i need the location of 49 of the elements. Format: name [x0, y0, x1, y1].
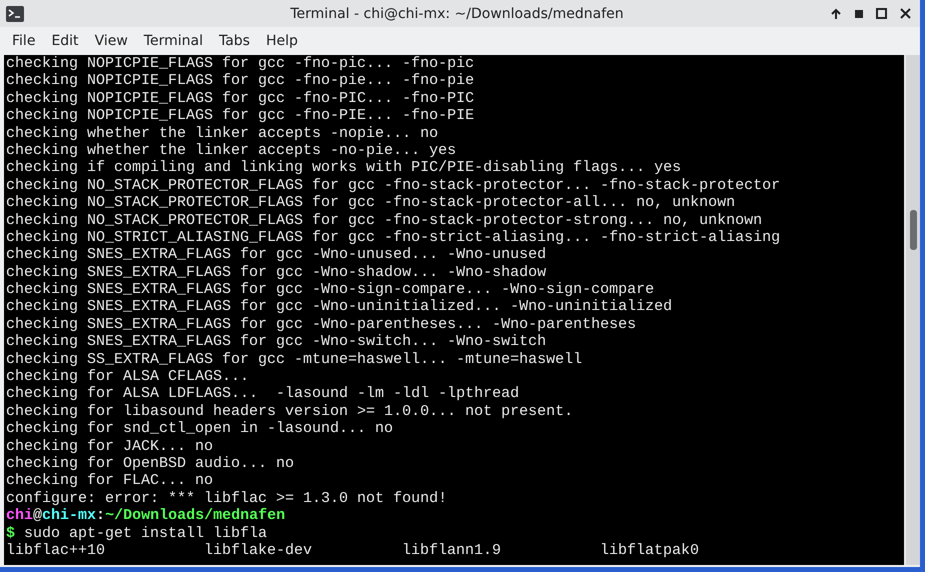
completion-item: libflac++10 [6, 542, 106, 560]
minimize-icon[interactable] [855, 10, 863, 18]
close-icon[interactable] [900, 8, 911, 19]
prompt-text: : [96, 507, 106, 524]
prompt-text: chi [6, 507, 34, 524]
output-line: checking if compiling and linking works with PIC/PIE-disabling flags... yes [6, 159, 682, 176]
menu-item[interactable]: View [86, 29, 136, 53]
output-line: configure: error: *** libflac >= 1.3.0 not found! [6, 490, 448, 507]
prompt-text: ~/Downloads/mednafen [105, 507, 286, 524]
output-line: checking NO_STACK_PROTECTOR_FLAGS for gcc -fno-stack-protector... -fno-stack-protector [6, 176, 780, 194]
output-line: checking NOPICPIE_FLAGS for gcc -fno-PIE... -fno-PIE [6, 107, 474, 124]
command-text: sudo apt-get install libfla [24, 524, 268, 542]
output-line: checking SNES_EXTRA_FLAGS for gcc -Wno-unused... -Wno-unused [6, 246, 546, 264]
output-line: checking SNES_EXTRA_FLAGS for gcc -Wno-shadow... -Wno-shadow [6, 264, 546, 281]
menu-item[interactable]: Edit [43, 29, 87, 53]
output-line: checking whether the linker accepts -nopie... no [6, 124, 438, 142]
output-line: checking for snd_ctl_open in -lasound... no [6, 420, 394, 438]
menu-item[interactable]: Terminal [136, 29, 211, 53]
output-line: checking NOPICPIE_FLAGS for gcc -fno-PIC... -fno-PIC [6, 90, 474, 107]
output-line: checking whether the linker accepts -no-pie... yes [6, 142, 456, 159]
output-line: checking for JACK... no [6, 438, 214, 455]
output-line: checking for ALSA LDFLAGS... -lasound -lm -ldl -lpthread [6, 385, 520, 402]
completion-item: libflann1.9 [402, 542, 502, 560]
output-line: checking for libasound headers version >= 1.0.0... not present. [6, 402, 574, 420]
output-line: checking NO_STACK_PROTECTOR_FLAGS for gcc -fno-stack-protector-all... no, unknown [6, 194, 736, 212]
output-line: checking SS_EXTRA_FLAGS for gcc -mtune=haswell... -mtune=haswell [6, 350, 582, 368]
menu-item[interactable]: Tabs [210, 29, 258, 53]
prompt-text: chi-mx [42, 507, 96, 524]
prompt-symbol: $ [6, 524, 16, 542]
output-line: checking NO_STACK_PROTECTOR_FLAGS for gcc -fno-stack-protector-strong... no, unknown [6, 212, 762, 229]
terminal-icon [6, 6, 24, 22]
output-line: checking SNES_EXTRA_FLAGS for gcc -Wno-uninitialized... -Wno-uninitialized [6, 298, 672, 316]
maximize-icon[interactable] [876, 8, 887, 19]
output-line: checking NO_STRICT_ALIASING_FLAGS for gcc -fno-strict-aliasing... -fno-strict-aliasing [6, 228, 780, 246]
window-title: Terminal - chi@chi-mx: ~/Downloads/mednafen [289, 6, 625, 22]
output-line: checking for FLAC... no [6, 472, 214, 490]
prompt-text: @ [33, 507, 42, 524]
menu-item[interactable]: Help [258, 29, 306, 53]
output-line: checking for OpenBSD audio... no [6, 454, 294, 472]
completion-item: libflake-dev [204, 542, 314, 560]
output-line: checking for ALSA CFLAGS... [6, 368, 250, 386]
output-line: checking NOPICPIE_FLAGS for gcc -fno-pic... -fno-pic [6, 55, 474, 72]
output-line: checking SNES_EXTRA_FLAGS for gcc -Wno-sign-compare... -Wno-sign-compare [6, 281, 654, 298]
menu-item[interactable]: File [4, 29, 44, 53]
completion-item: libflatpak0 [600, 542, 700, 560]
output-line: checking NOPICPIE_FLAGS for gcc -fno-pie... -fno-pie [6, 72, 474, 90]
keep-above-icon[interactable] [830, 8, 842, 20]
output-line: checking SNES_EXTRA_FLAGS for gcc -Wno-parentheses... -Wno-parentheses [6, 316, 636, 333]
output-line: checking SNES_EXTRA_FLAGS for gcc -Wno-switch... -Wno-switch [6, 333, 546, 350]
